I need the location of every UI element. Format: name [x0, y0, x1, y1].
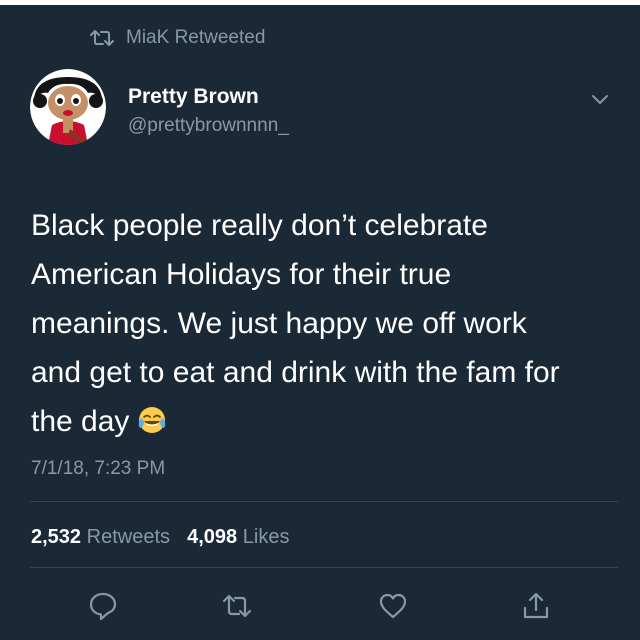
reply-icon[interactable] [88, 591, 118, 621]
retweets-label: Retweets [86, 526, 170, 548]
retweets-stat[interactable]: 2,532 Retweets [31, 526, 170, 548]
retweet-banner-text: MiaK Retweeted [126, 27, 266, 48]
cartoon-avatar-image [30, 69, 106, 145]
author-name[interactable]: Pretty Brown [128, 84, 259, 110]
tweet-text-line: Black people really don’t celebrate [31, 209, 488, 242]
divider [30, 567, 618, 568]
share-icon[interactable] [521, 591, 551, 621]
retweet-icon[interactable] [222, 591, 252, 621]
likes-stat[interactable]: 4,098 Likes [187, 526, 289, 548]
face-with-tears-of-joy-emoji [139, 407, 166, 433]
tweet-text-line: the day [31, 405, 130, 438]
tweet-text-line-last: the day [31, 397, 621, 446]
likes-count: 4,098 [187, 526, 238, 548]
heart-icon[interactable] [378, 591, 408, 621]
retweet-banner[interactable]: MiaK Retweeted [90, 25, 265, 51]
tweet-timestamp[interactable]: 7/1/18, 7:23 PM [31, 457, 165, 481]
retweet-icon [90, 30, 114, 46]
tweet-text: Black people really don’t celebrate Amer… [31, 201, 621, 446]
chevron-down-icon[interactable] [590, 93, 610, 107]
tweet-text-line: and get to eat and drink with the fam fo… [31, 356, 560, 389]
retweets-count: 2,532 [31, 526, 82, 548]
author-handle[interactable]: @prettybrownnnn_ [128, 114, 289, 138]
tweet-stats: 2,532 Retweets 4,098 Likes [31, 524, 289, 550]
likes-label: Likes [242, 526, 290, 548]
avatar[interactable] [30, 69, 106, 145]
tweet-card: MiaK Retweeted Pretty Brown @prettybrown… [0, 5, 640, 640]
tweet-text-line: meanings. We just happy we off work [31, 307, 527, 340]
tweet-text-line: American Holidays for their true [31, 258, 452, 291]
divider [30, 501, 618, 502]
